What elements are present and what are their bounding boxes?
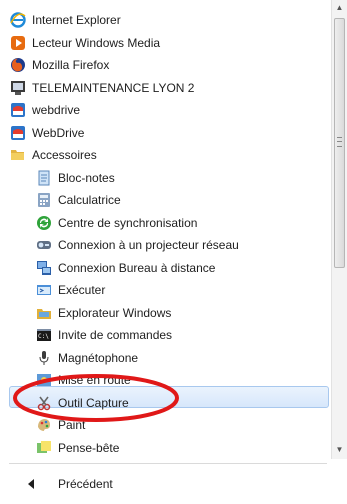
program-item-label: Bloc-notes: [58, 171, 115, 185]
run-icon: [36, 282, 52, 298]
windows-explorer-icon: [36, 305, 52, 321]
network-projector-icon: [36, 237, 52, 253]
scroll-down-arrow-icon[interactable]: ▼: [332, 442, 347, 458]
folder-icon: [10, 147, 26, 163]
calculator-icon: [36, 192, 52, 208]
program-item-label: Exécuter: [58, 283, 106, 297]
program-item-label: Paint: [58, 418, 86, 432]
scroll-up-arrow-icon[interactable]: ▲: [332, 0, 347, 16]
internet-explorer-icon: [10, 12, 26, 28]
sticky-notes-icon: [36, 440, 52, 456]
command-prompt-icon: C:\: [36, 327, 52, 343]
getting-started-icon: [36, 372, 52, 388]
program-item-label: Connexion à un projecteur réseau: [58, 238, 239, 252]
snipping-tool-icon: [36, 395, 52, 411]
program-item-label: Invite de commandes: [58, 328, 173, 342]
program-item-label: Mise en route: [58, 373, 131, 387]
program-item-label: Mozilla Firefox: [32, 58, 110, 72]
program-item-label: Internet Explorer: [32, 13, 121, 27]
program-item-label: Connexion Bureau à distance: [58, 261, 216, 275]
program-item-label: Pense-bête: [58, 441, 120, 455]
program-item-label: Accessoires: [32, 148, 97, 162]
start-menu-all-programs-panel: Internet Explorer Lecteur Windows Media Mo…: [0, 0, 347, 504]
svg-text:C:\: C:\: [38, 333, 49, 340]
thumb-grip-icon: [337, 137, 342, 147]
program-item-label: webdrive: [32, 103, 81, 117]
program-item-label: Centre de synchronisation: [58, 216, 198, 230]
selected-item-highlight: [9, 386, 329, 408]
remote-maintenance-icon: [10, 80, 26, 96]
program-item-label: Magnétophone: [58, 351, 139, 365]
notepad-icon: [36, 170, 52, 186]
program-item-label: Lecteur Windows Media: [32, 36, 161, 50]
remote-desktop-icon: [36, 260, 52, 276]
sync-center-icon: [36, 215, 52, 231]
webdrive-icon: [10, 125, 26, 141]
scrollbar-thumb[interactable]: [334, 18, 345, 268]
program-item-label: Outil Capture: [58, 396, 129, 410]
vertical-scrollbar[interactable]: ▲ ▼: [331, 0, 347, 459]
separator: [9, 463, 327, 464]
program-item-label: Explorateur Windows: [58, 306, 172, 320]
back-button[interactable]: Précédent: [0, 470, 347, 500]
back-label: Précédent: [58, 477, 113, 491]
program-item-label: Calculatrice: [58, 193, 121, 207]
program-item-label: WebDrive: [32, 126, 85, 140]
programs-list: Internet Explorer Lecteur Windows Media Mo…: [0, 0, 330, 459]
windows-media-player-icon: [10, 35, 26, 51]
webdrive-icon: [10, 102, 26, 118]
back-arrow-icon: [28, 479, 34, 489]
microphone-icon: [36, 350, 52, 366]
program-item-label: TELEMAINTENANCE LYON 2: [32, 81, 195, 95]
firefox-icon: [10, 57, 26, 73]
paint-icon: [36, 417, 52, 433]
